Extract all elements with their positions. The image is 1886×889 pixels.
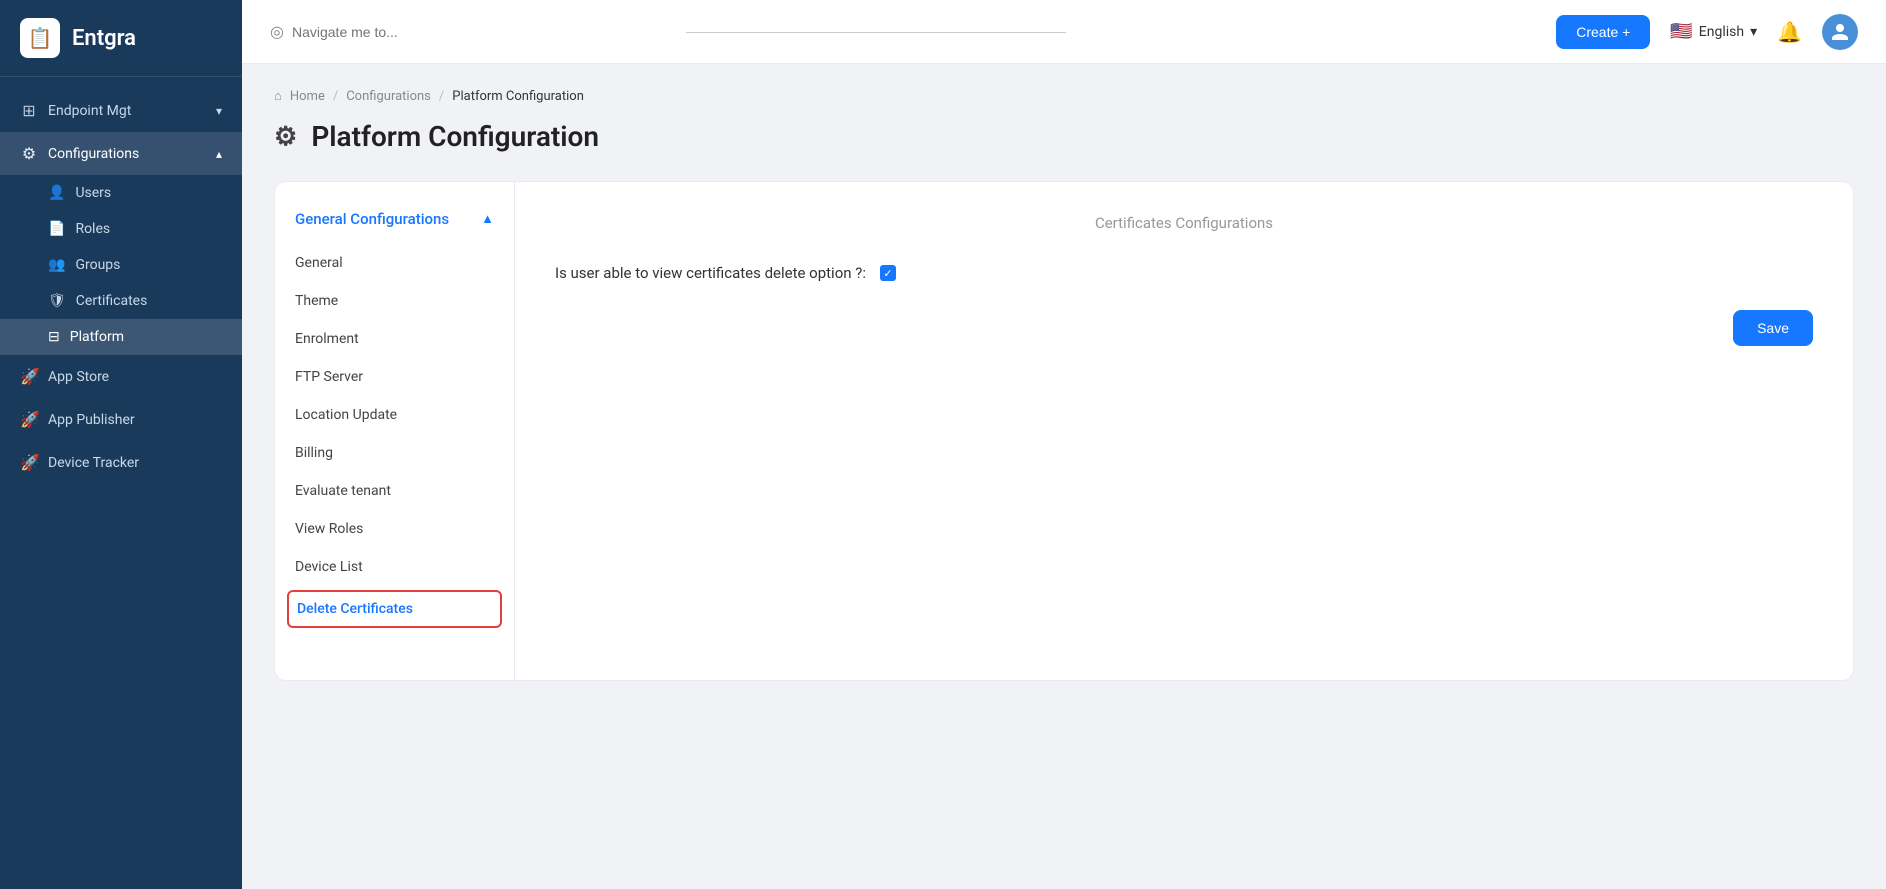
configurations-icon: ⚙: [20, 144, 38, 163]
sidebar-item-endpoint-mgt[interactable]: ⊞ Endpoint Mgt ▾: [0, 89, 242, 132]
menu-item-view-roles[interactable]: View Roles: [275, 510, 514, 548]
menu-item-enrolment[interactable]: Enrolment: [275, 320, 514, 358]
notification-bell-icon[interactable]: 🔔: [1777, 20, 1802, 44]
app-publisher-icon: 🚀: [20, 410, 38, 429]
save-button[interactable]: Save: [1733, 310, 1813, 346]
sidebar-item-label: App Publisher: [48, 412, 135, 428]
breadcrumb-current: Platform Configuration: [452, 89, 584, 104]
sidebar-item-label: App Store: [48, 369, 109, 385]
sidebar-item-label: Platform: [70, 329, 124, 345]
language-selector[interactable]: 🇺🇸 English ▾: [1670, 21, 1757, 42]
menu-item-billing[interactable]: Billing: [275, 434, 514, 472]
sidebar-item-app-publisher[interactable]: 🚀 App Publisher: [0, 398, 242, 441]
app-store-icon: 🚀: [20, 367, 38, 386]
menu-item-delete-certificates[interactable]: Delete Certificates: [287, 590, 502, 628]
cert-option-label: Is user able to view certificates delete…: [555, 264, 866, 282]
breadcrumb-sep-2: /: [439, 89, 444, 104]
sidebar-navigation: ⊞ Endpoint Mgt ▾ ⚙ Configurations ▴ 👤 Us…: [0, 77, 242, 889]
content-area: ⌂ Home / Configurations / Platform Confi…: [242, 64, 1886, 889]
breadcrumb-configurations[interactable]: Configurations: [346, 89, 431, 104]
logo-icon: 📋: [20, 18, 60, 58]
menu-item-location-update[interactable]: Location Update: [275, 396, 514, 434]
sidebar-item-label: Certificates: [76, 293, 148, 309]
menu-item-evaluate-tenant[interactable]: Evaluate tenant: [275, 472, 514, 510]
breadcrumb-sep-1: /: [333, 89, 338, 104]
topbar-right: Create + 🇺🇸 English ▾ 🔔: [1556, 14, 1858, 50]
main-area: ◎ Create + 🇺🇸 English ▾ 🔔 ⌂ Home / Confi…: [242, 0, 1886, 889]
sidebar-item-label: Groups: [75, 257, 120, 273]
topbar: ◎ Create + 🇺🇸 English ▾ 🔔: [242, 0, 1886, 64]
menu-item-ftp-server[interactable]: FTP Server: [275, 358, 514, 396]
sidebar-item-label: Device Tracker: [48, 455, 139, 471]
platform-icon: ⊟: [48, 329, 60, 345]
user-avatar[interactable]: [1822, 14, 1858, 50]
language-label: English: [1699, 24, 1744, 40]
groups-icon: 👥: [48, 257, 65, 273]
menu-item-theme[interactable]: Theme: [275, 282, 514, 320]
page-title: ⚙ Platform Configuration: [274, 120, 1854, 153]
menu-item-general[interactable]: General: [275, 244, 514, 282]
sidebar-item-label: Users: [75, 185, 111, 201]
sidebar-item-device-tracker[interactable]: 🚀 Device Tracker: [0, 441, 242, 484]
sidebar-item-configurations[interactable]: ⚙ Configurations ▴: [0, 132, 242, 175]
section-label: General Configurations: [295, 210, 449, 228]
sidebar-item-label: Roles: [75, 221, 110, 237]
home-icon: ⌂: [274, 88, 282, 104]
cert-delete-checkbox[interactable]: ✓: [880, 265, 896, 281]
sidebar-item-certificates[interactable]: 🛡 Certificates: [0, 283, 242, 319]
cert-option-row: Is user able to view certificates delete…: [555, 264, 1813, 282]
cert-config-title: Certificates Configurations: [555, 214, 1813, 232]
menu-item-device-list[interactable]: Device List: [275, 548, 514, 586]
page-title-icon: ⚙: [274, 122, 297, 152]
search-wrapper: ◎: [270, 22, 670, 41]
platform-config-card: General Configurations ▲ General Theme E…: [274, 181, 1854, 681]
breadcrumb: ⌂ Home / Configurations / Platform Confi…: [274, 88, 1854, 104]
user-icon: 👤: [48, 185, 65, 201]
breadcrumb-home[interactable]: Home: [290, 89, 325, 104]
sidebar-item-users[interactable]: 👤 Users: [0, 175, 242, 211]
flag-icon: 🇺🇸: [1670, 21, 1692, 42]
config-main-panel: Certificates Configurations Is user able…: [515, 182, 1853, 680]
config-menu-sidebar: General Configurations ▲ General Theme E…: [275, 182, 515, 680]
sidebar-item-roles[interactable]: 📄 Roles: [0, 211, 242, 247]
sidebar-item-label: Configurations: [48, 146, 139, 162]
endpoint-mgt-icon: ⊞: [20, 101, 38, 120]
sidebar-item-app-store[interactable]: 🚀 App Store: [0, 355, 242, 398]
chevron-up-icon: ▴: [216, 147, 222, 161]
sidebar-item-platform[interactable]: ⊟ Platform: [0, 319, 242, 355]
search-input[interactable]: [292, 24, 670, 40]
lang-chevron-icon: ▾: [1750, 24, 1757, 40]
chevron-down-icon: ▾: [216, 104, 222, 118]
page-title-text: Platform Configuration: [311, 120, 599, 153]
sidebar: 📋 Entgra ⊞ Endpoint Mgt ▾ ⚙ Configuratio…: [0, 0, 242, 889]
device-tracker-icon: 🚀: [20, 453, 38, 472]
brand-name: Entgra: [72, 26, 136, 51]
sidebar-item-label: Endpoint Mgt: [48, 103, 131, 119]
sidebar-item-groups[interactable]: 👥 Groups: [0, 247, 242, 283]
search-icon: ◎: [270, 22, 284, 41]
create-button[interactable]: Create +: [1556, 15, 1650, 49]
general-configurations-header[interactable]: General Configurations ▲: [275, 202, 514, 244]
shield-icon: 🛡: [48, 293, 66, 309]
collapse-icon: ▲: [481, 211, 494, 227]
roles-icon: 📄: [48, 221, 65, 237]
sidebar-logo: 📋 Entgra: [0, 0, 242, 77]
